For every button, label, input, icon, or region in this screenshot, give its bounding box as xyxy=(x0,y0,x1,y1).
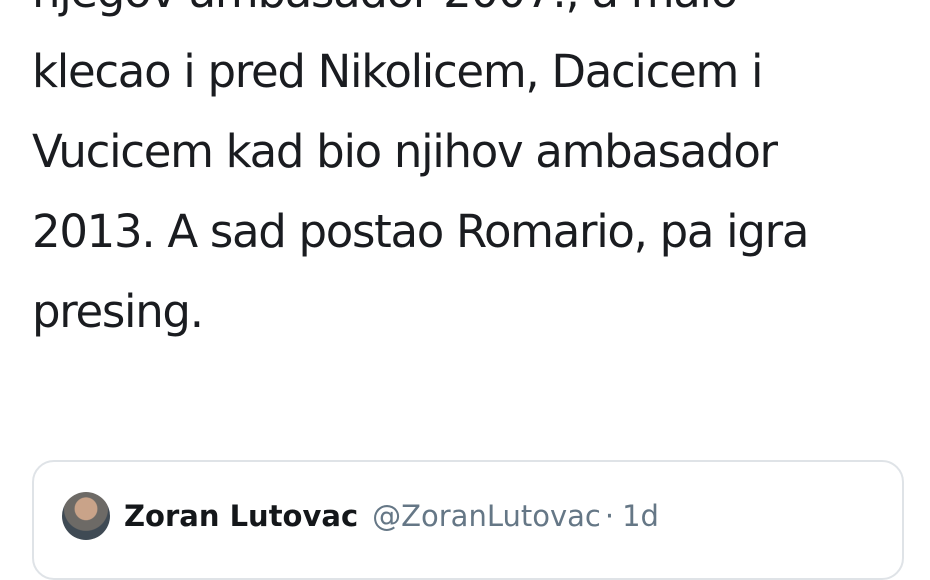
tweet-text-line: klecao i pred Nikolicem, Dacicem i xyxy=(32,45,764,98)
tweet-text-line: Vucicem kad bio njihov ambasador xyxy=(32,125,778,178)
quoted-author-handle[interactable]: @ZoranLutovac xyxy=(372,499,601,533)
tweet-text: njegov ambasador 2007., a malo klecao i … xyxy=(32,0,912,352)
avatar[interactable] xyxy=(62,492,110,540)
tweet-text-line: 2013. A sad postao Romario, pa igra xyxy=(32,205,809,258)
quoted-tweet-card[interactable]: Zoran Lutovac @ZoranLutovac · 1d xyxy=(32,460,904,580)
quoted-author-name[interactable]: Zoran Lutovac xyxy=(124,499,358,533)
quoted-tweet-time[interactable]: 1d xyxy=(622,499,659,533)
dot-separator: · xyxy=(604,499,615,533)
quoted-tweet-header: Zoran Lutovac @ZoranLutovac · 1d xyxy=(62,492,659,540)
tweet-text-line: njegov ambasador 2007., a malo xyxy=(32,0,912,32)
tweet-text-line: presing. xyxy=(32,285,204,338)
